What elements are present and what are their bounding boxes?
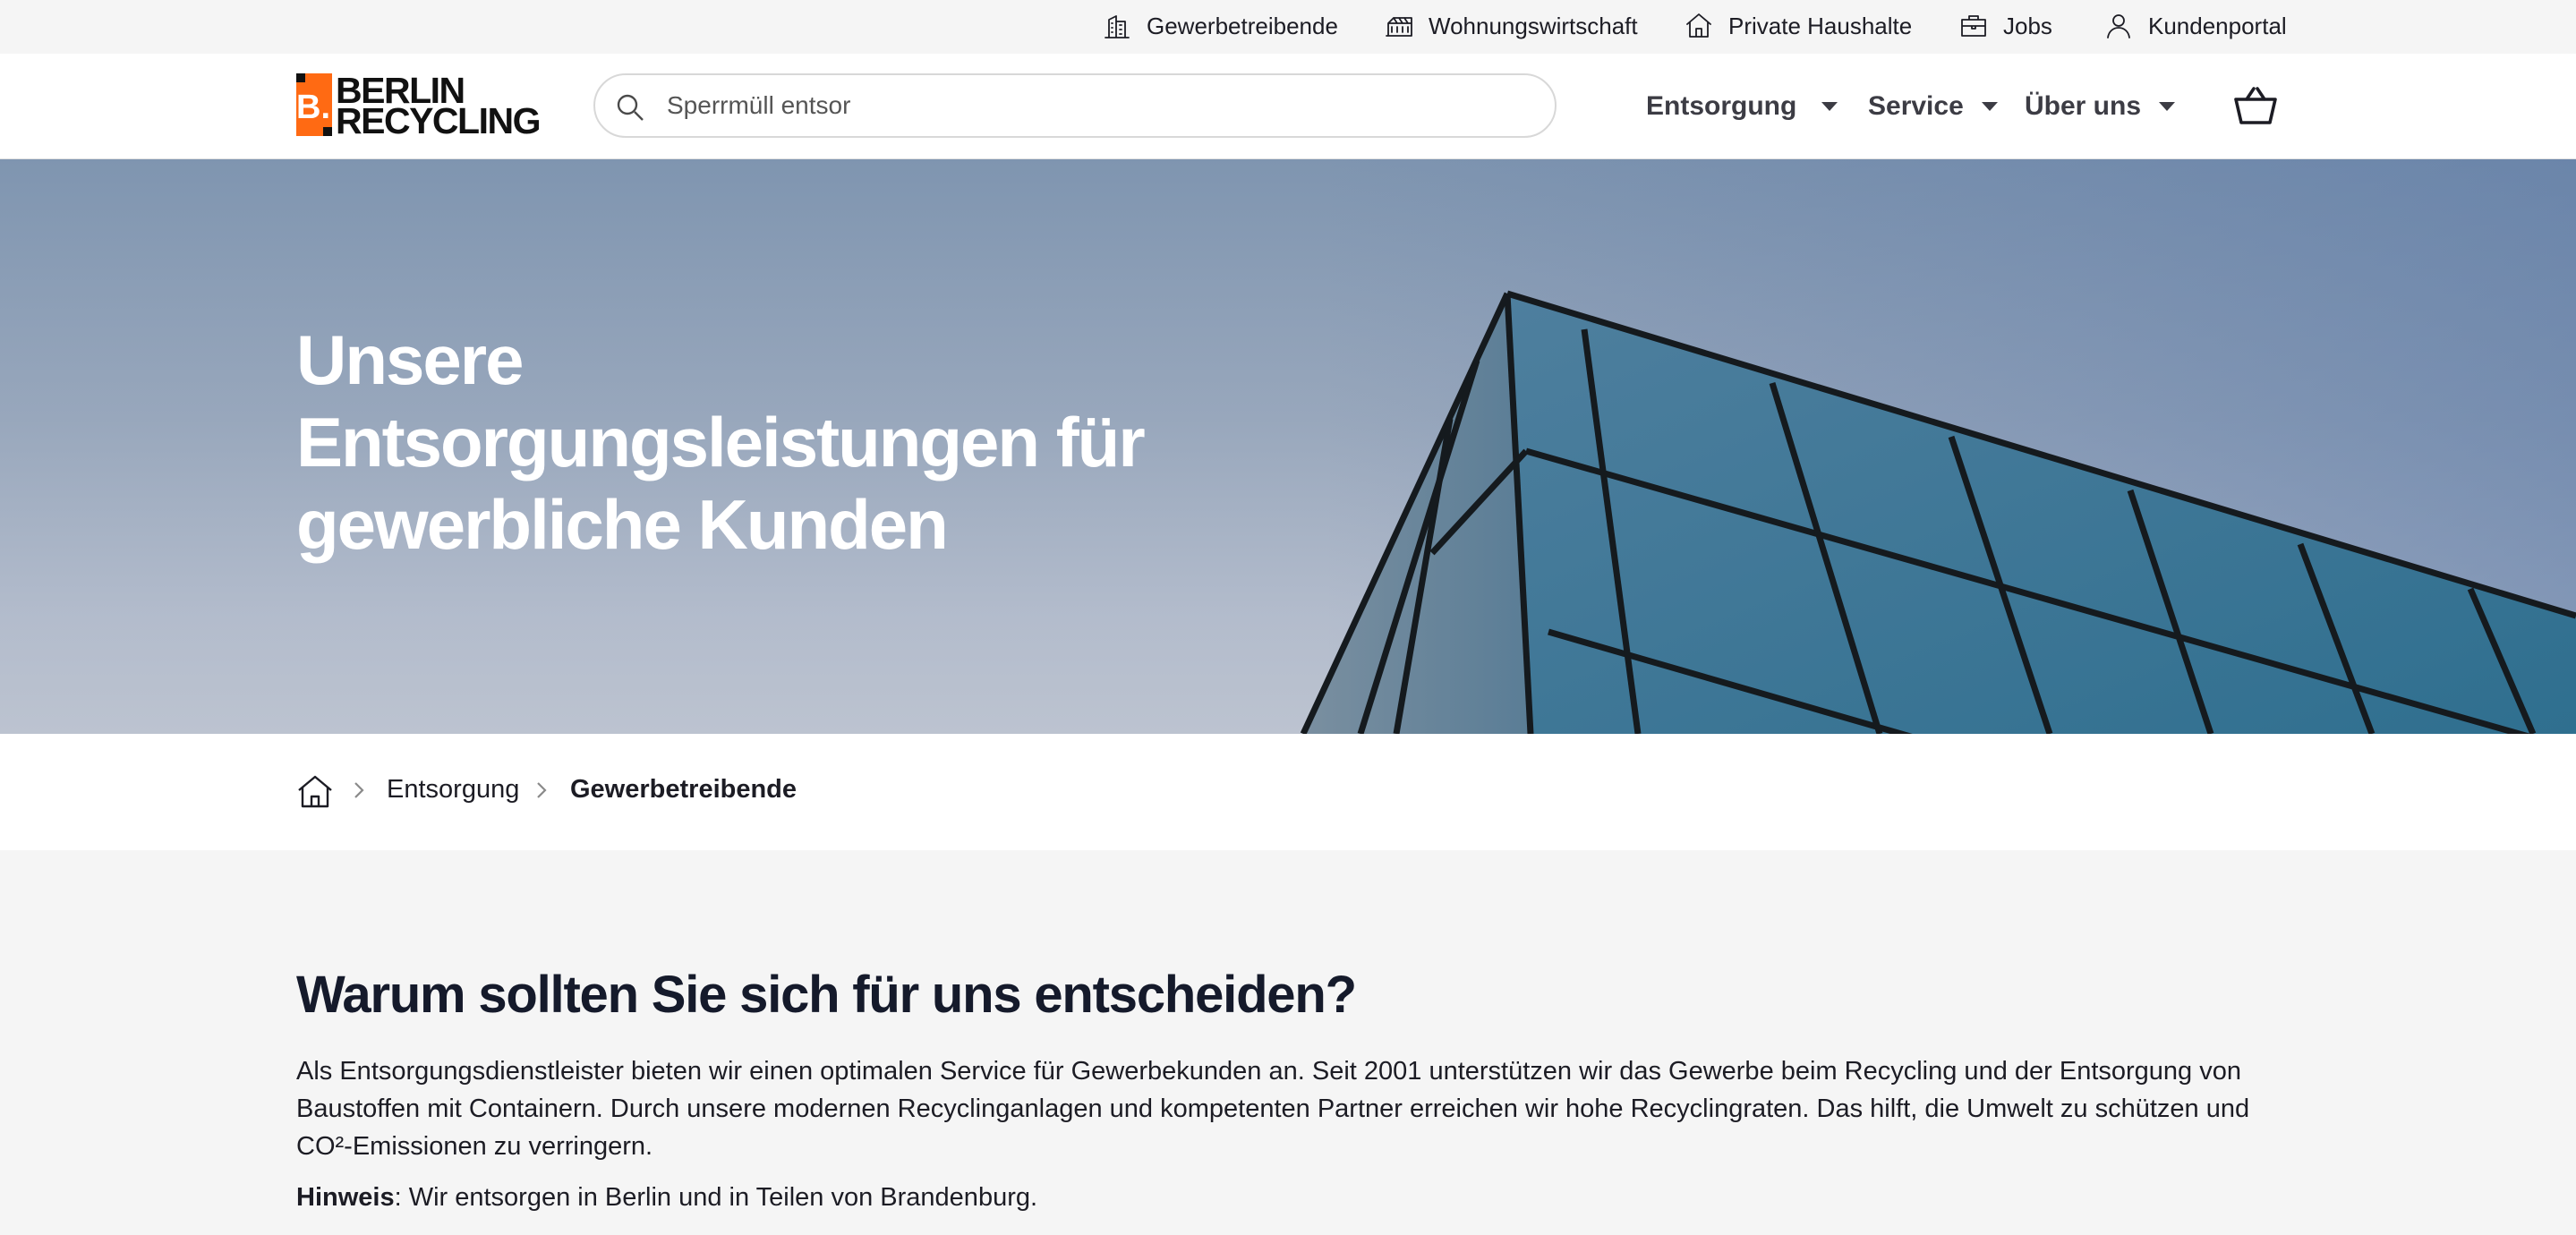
topbar-link-jobs[interactable]: Jobs [1958, 0, 2052, 52]
nav-ueber-uns[interactable]: Über uns [2025, 54, 2176, 159]
user-icon [2107, 14, 2130, 38]
topbar-link-gewerbetreibende[interactable]: Gewerbetreibende [1102, 0, 1338, 52]
topbar-link-wohnungswirtschaft[interactable]: Wohnungswirtschaft [1384, 0, 1638, 52]
house-icon [1686, 13, 1711, 38]
utility-bar: Gewerbetreibende Wohnungswirtschaft Priv… [0, 0, 2576, 54]
main-header: B. BERLIN RECYCLING Entsorgung Service Ü… [0, 54, 2576, 159]
chevron-right-icon [533, 777, 550, 804]
nav-label: Service [1868, 91, 1964, 121]
nav-label: Entsorgung [1646, 91, 1797, 121]
caret-down-icon [2159, 102, 2176, 111]
section-text: Als Entsorgungsdienstleister bieten wir … [296, 1057, 2250, 1161]
hero-title-line: gewerbliche Kunden [296, 485, 949, 564]
breadcrumb-current: Gewerbetreibende [570, 775, 798, 804]
apartment-icon [1386, 17, 1412, 37]
hero-title-line: Entsorgungsleistungen für [296, 403, 1146, 481]
logo-line-2: RECYCLING [336, 100, 541, 141]
logo-mark-icon: B. [296, 73, 332, 136]
breadcrumb: Entsorgung Gewerbetreibende [0, 734, 2576, 850]
building-icon [1105, 15, 1130, 38]
section-title: Warum sollten Sie sich für uns entscheid… [296, 966, 1357, 1024]
logo-mark-text: B. [296, 89, 330, 126]
nav-label: Über uns [2025, 91, 2142, 121]
section-note: Hinweis: Wir entsorgen in Berlin und in … [296, 1183, 1037, 1213]
basket-icon [2234, 87, 2277, 124]
topbar-link-label: Kundenportal [2148, 12, 2287, 39]
note-text: : Wir entsorgen in Berlin und in Teilen … [394, 1183, 1038, 1212]
topbar-link-label: Gewerbetreibende [1147, 12, 1338, 39]
topbar-link-private-haushalte[interactable]: Private Haushalte [1684, 0, 1912, 52]
search-input[interactable] [667, 86, 1526, 125]
home-icon [298, 775, 332, 808]
topbar-link-kundenportal[interactable]: Kundenportal [2103, 0, 2287, 52]
briefcase-icon [1961, 15, 1986, 37]
hero-title: Unsere Entsorgungsleistungen für gewerbl… [296, 319, 1236, 566]
nav-entsorgung[interactable]: Entsorgung [1646, 54, 1838, 159]
content-section: Warum sollten Sie sich für uns entscheid… [0, 850, 2576, 1235]
nav-service[interactable]: Service [1868, 54, 1998, 159]
caret-down-icon [1821, 102, 1838, 111]
caret-down-icon [1981, 102, 1998, 111]
topbar-link-label: Private Haushalte [1728, 12, 1913, 39]
cart-button[interactable] [2232, 85, 2279, 126]
berlin-recycling-logo[interactable]: B. BERLIN RECYCLING [296, 72, 541, 140]
hero-banner: Unsere Entsorgungsleistungen für gewerbl… [0, 159, 2576, 734]
hero-title-line: Unsere [296, 320, 524, 399]
search-bar[interactable] [593, 73, 1557, 138]
topbar-link-label: Jobs [2003, 12, 2052, 39]
search-icon [617, 94, 644, 121]
chevron-right-icon [351, 777, 367, 804]
note-label: Hinweis [296, 1183, 395, 1212]
breadcrumb-home[interactable] [296, 773, 334, 809]
breadcrumb-link-entsorgung[interactable]: Entsorgung [387, 775, 519, 805]
topbar-link-label: Wohnungswirtschaft [1429, 12, 1638, 39]
